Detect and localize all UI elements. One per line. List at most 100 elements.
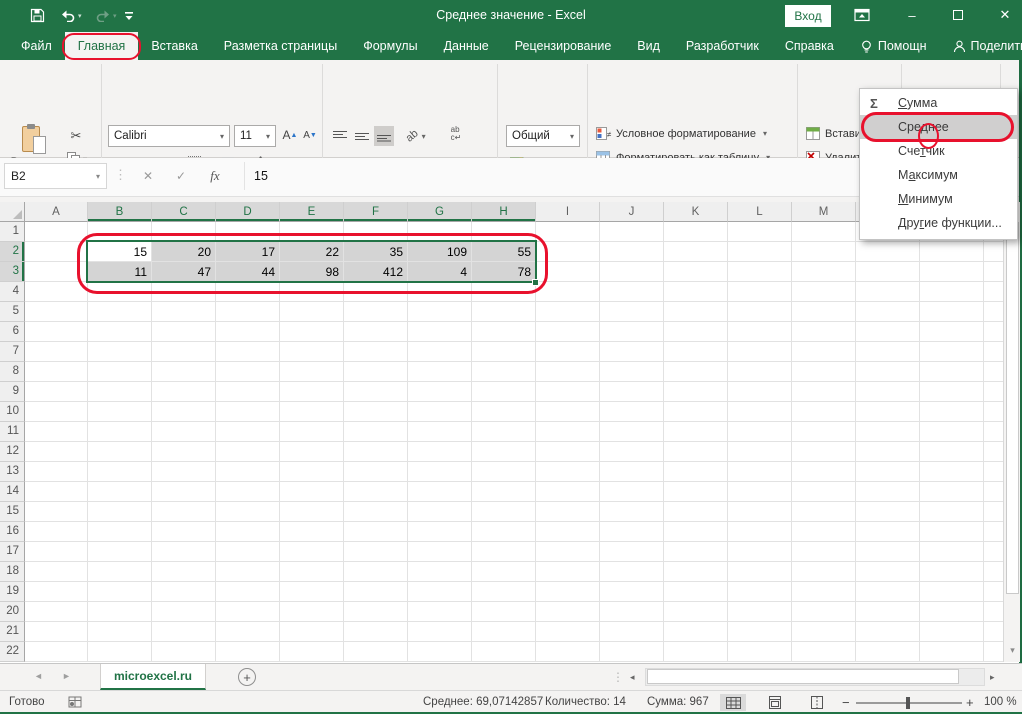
cell-C18[interactable]	[152, 562, 216, 582]
cell-K21[interactable]	[664, 622, 728, 642]
cell-F19[interactable]	[344, 582, 408, 602]
vertical-scroll-thumb[interactable]	[1006, 222, 1019, 594]
cell-M22[interactable]	[792, 642, 856, 662]
cell-K8[interactable]	[664, 362, 728, 382]
hscroll-left-arrow[interactable]: ◂	[630, 672, 635, 683]
cell-I15[interactable]	[536, 502, 600, 522]
cell-P6[interactable]	[984, 322, 1004, 342]
cell-O6[interactable]	[920, 322, 984, 342]
cell-I19[interactable]	[536, 582, 600, 602]
cell-F20[interactable]	[344, 602, 408, 622]
cell-A12[interactable]	[25, 442, 88, 462]
cell-N18[interactable]	[856, 562, 920, 582]
row-header-11[interactable]: 11	[0, 422, 25, 442]
cell-A15[interactable]	[25, 502, 88, 522]
cell-L20[interactable]	[728, 602, 792, 622]
cell-I6[interactable]	[536, 322, 600, 342]
cell-N19[interactable]	[856, 582, 920, 602]
cell-B22[interactable]	[88, 642, 152, 662]
cell-G22[interactable]	[408, 642, 472, 662]
cell-I22[interactable]	[536, 642, 600, 662]
cell-J2[interactable]	[600, 242, 664, 262]
cell-D4[interactable]	[216, 282, 280, 302]
cell-M9[interactable]	[792, 382, 856, 402]
menu-item-счетчик[interactable]: Счетчик	[860, 139, 1017, 163]
row-header-3[interactable]: 3	[0, 262, 25, 282]
cell-E10[interactable]	[280, 402, 344, 422]
cell-E20[interactable]	[280, 602, 344, 622]
cell-B20[interactable]	[88, 602, 152, 622]
cell-F21[interactable]	[344, 622, 408, 642]
cell-B2[interactable]: 15	[88, 242, 152, 262]
cell-H5[interactable]	[472, 302, 536, 322]
cell-N9[interactable]	[856, 382, 920, 402]
cell-F7[interactable]	[344, 342, 408, 362]
cell-N21[interactable]	[856, 622, 920, 642]
cell-J17[interactable]	[600, 542, 664, 562]
cell-E6[interactable]	[280, 322, 344, 342]
cell-I12[interactable]	[536, 442, 600, 462]
enter-button[interactable]: ✓	[168, 165, 194, 187]
cell-J21[interactable]	[600, 622, 664, 642]
cell-N20[interactable]	[856, 602, 920, 622]
row-header-6[interactable]: 6	[0, 322, 25, 342]
cell-N4[interactable]	[856, 282, 920, 302]
cell-D13[interactable]	[216, 462, 280, 482]
cell-B3[interactable]: 11	[88, 262, 152, 282]
cell-H3[interactable]: 78	[472, 262, 536, 282]
row-header-22[interactable]: 22	[0, 642, 25, 662]
cell-O11[interactable]	[920, 422, 984, 442]
cell-G11[interactable]	[408, 422, 472, 442]
cell-B6[interactable]	[88, 322, 152, 342]
cell-P16[interactable]	[984, 522, 1004, 542]
cell-D21[interactable]	[216, 622, 280, 642]
cell-P20[interactable]	[984, 602, 1004, 622]
cell-K18[interactable]	[664, 562, 728, 582]
cell-D17[interactable]	[216, 542, 280, 562]
cell-M21[interactable]	[792, 622, 856, 642]
cell-L2[interactable]	[728, 242, 792, 262]
cancel-button[interactable]: ✕	[135, 165, 161, 187]
cell-K19[interactable]	[664, 582, 728, 602]
cell-P8[interactable]	[984, 362, 1004, 382]
row-header-7[interactable]: 7	[0, 342, 25, 362]
cell-B15[interactable]	[88, 502, 152, 522]
cell-J14[interactable]	[600, 482, 664, 502]
cell-F5[interactable]	[344, 302, 408, 322]
ribbon-tab-разработчик[interactable]: Разработчик	[673, 32, 772, 60]
cell-J13[interactable]	[600, 462, 664, 482]
cell-E1[interactable]	[280, 222, 344, 242]
cell-H7[interactable]	[472, 342, 536, 362]
cell-M12[interactable]	[792, 442, 856, 462]
row-header-2[interactable]: 2	[0, 242, 25, 262]
cell-F14[interactable]	[344, 482, 408, 502]
cell-H11[interactable]	[472, 422, 536, 442]
cell-N16[interactable]	[856, 522, 920, 542]
column-header-H[interactable]: H	[472, 202, 536, 222]
cell-P17[interactable]	[984, 542, 1004, 562]
ribbon-tab-файл[interactable]: Файл	[8, 32, 65, 60]
cell-C7[interactable]	[152, 342, 216, 362]
cell-M14[interactable]	[792, 482, 856, 502]
cell-M6[interactable]	[792, 322, 856, 342]
cell-I4[interactable]	[536, 282, 600, 302]
cell-O7[interactable]	[920, 342, 984, 362]
cell-G16[interactable]	[408, 522, 472, 542]
cell-M20[interactable]	[792, 602, 856, 622]
row-header-1[interactable]: 1	[0, 222, 25, 242]
cell-A21[interactable]	[25, 622, 88, 642]
cell-E22[interactable]	[280, 642, 344, 662]
cell-J4[interactable]	[600, 282, 664, 302]
cell-N7[interactable]	[856, 342, 920, 362]
cell-L22[interactable]	[728, 642, 792, 662]
row-header-20[interactable]: 20	[0, 602, 25, 622]
horizontal-scroll-thumb[interactable]	[647, 669, 959, 684]
ribbon-tab-главная[interactable]: Главная	[65, 32, 139, 60]
cell-L3[interactable]	[728, 262, 792, 282]
cell-C10[interactable]	[152, 402, 216, 422]
cell-J8[interactable]	[600, 362, 664, 382]
row-header-21[interactable]: 21	[0, 622, 25, 642]
cell-F15[interactable]	[344, 502, 408, 522]
row-header-9[interactable]: 9	[0, 382, 25, 402]
cell-J1[interactable]	[600, 222, 664, 242]
